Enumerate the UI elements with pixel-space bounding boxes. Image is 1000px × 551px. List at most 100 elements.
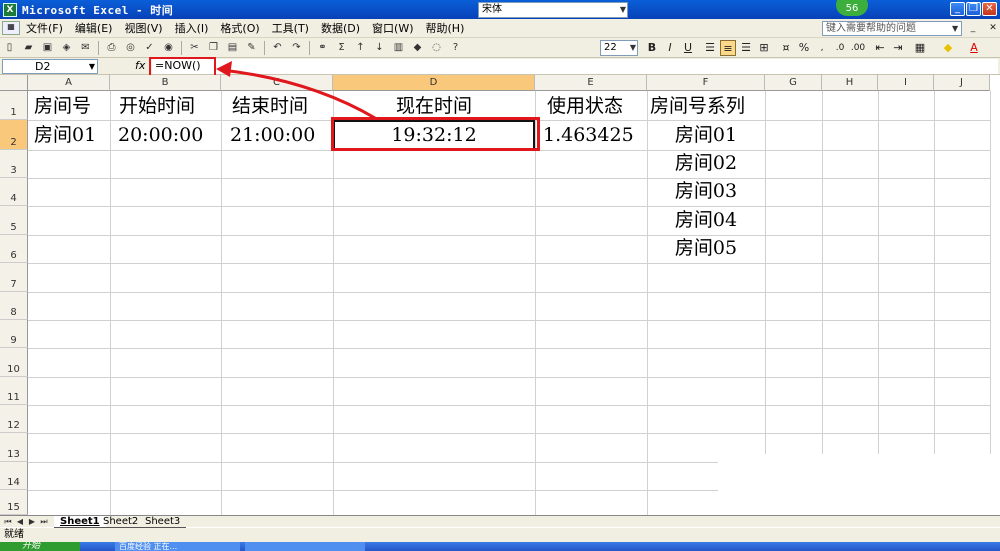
- decrease-indent-icon[interactable]: ⇤: [872, 40, 888, 56]
- decrease-decimal-icon[interactable]: .00: [850, 40, 866, 56]
- help-icon[interactable]: ?: [447, 40, 464, 56]
- undo-icon[interactable]: ↶: [269, 40, 286, 56]
- menu-insert[interactable]: 插入(I): [169, 20, 215, 36]
- copy-icon[interactable]: ❐: [205, 40, 222, 56]
- paste-icon[interactable]: ▤: [224, 40, 241, 56]
- row-header-15[interactable]: 15: [0, 490, 28, 515]
- increase-indent-icon[interactable]: ⇥: [890, 40, 906, 56]
- zoom-icon[interactable]: ◌: [428, 40, 445, 56]
- bold-button[interactable]: B: [644, 40, 660, 56]
- prev-sheet-icon[interactable]: ◀: [15, 516, 25, 527]
- tab-sheet3[interactable]: Sheet3: [139, 516, 187, 528]
- redo-icon[interactable]: ↷: [288, 40, 305, 56]
- sort-descending-icon[interactable]: ↓: [371, 40, 388, 56]
- cell-f2[interactable]: 房间01: [647, 122, 765, 148]
- percent-button[interactable]: %: [796, 40, 812, 56]
- drawing-icon[interactable]: ◆: [409, 40, 426, 56]
- cell-c2[interactable]: 21:00:00: [230, 122, 315, 148]
- select-all-corner[interactable]: [0, 75, 28, 91]
- menu-file[interactable]: 文件(F): [20, 20, 69, 36]
- merge-center-icon[interactable]: ⊞: [756, 40, 772, 56]
- borders-icon[interactable]: ▦: [912, 40, 928, 56]
- increase-decimal-icon[interactable]: .0: [832, 40, 848, 56]
- row-header-1[interactable]: 1: [0, 91, 28, 120]
- open-icon[interactable]: ▰: [20, 40, 37, 56]
- font-size-dropdown-icon[interactable]: ▼: [630, 41, 636, 55]
- cell-f6[interactable]: 房间05: [647, 235, 765, 261]
- cell-e2[interactable]: 1.463425: [543, 122, 634, 148]
- row-header-9[interactable]: 9: [0, 320, 28, 348]
- fill-color-icon[interactable]: ◆: [940, 40, 956, 56]
- row-header-13[interactable]: 13: [0, 433, 28, 462]
- research-icon[interactable]: ◉: [160, 40, 177, 56]
- underline-button[interactable]: U: [680, 40, 696, 56]
- cell-d1[interactable]: 现在时间: [333, 93, 535, 119]
- doc-close-icon[interactable]: ✕: [987, 22, 999, 34]
- row-header-6[interactable]: 6: [0, 235, 28, 263]
- column-header-d[interactable]: D: [333, 75, 535, 91]
- row-header-12[interactable]: 12: [0, 405, 28, 433]
- cell-a1[interactable]: 房间号: [34, 93, 91, 119]
- row-header-7[interactable]: 7: [0, 263, 28, 292]
- name-box-dropdown-icon[interactable]: ▼: [89, 60, 95, 73]
- help-search-input[interactable]: 键入需要帮助的问题: [822, 21, 962, 36]
- column-header-f[interactable]: F: [647, 75, 765, 91]
- column-header-a[interactable]: A: [28, 75, 110, 91]
- italic-button[interactable]: I: [662, 40, 678, 56]
- row-header-10[interactable]: 10: [0, 348, 28, 377]
- comma-style-icon[interactable]: ,: [814, 40, 830, 56]
- menu-format[interactable]: 格式(O): [214, 20, 265, 36]
- currency-icon[interactable]: ¤: [778, 40, 794, 56]
- menu-help[interactable]: 帮助(H): [420, 20, 471, 36]
- next-sheet-icon[interactable]: ▶: [27, 516, 37, 527]
- formula-input[interactable]: =NOW(): [152, 59, 998, 74]
- cell-b2[interactable]: 20:00:00: [118, 122, 203, 148]
- excel-app-icon[interactable]: X: [3, 2, 17, 17]
- print-preview-icon[interactable]: ◎: [122, 40, 139, 56]
- spelling-icon[interactable]: ✓: [141, 40, 158, 56]
- format-painter-icon[interactable]: ✎: [243, 40, 260, 56]
- print-icon[interactable]: ⎙: [103, 40, 120, 56]
- chart-wizard-icon[interactable]: ▥: [390, 40, 407, 56]
- align-right-icon[interactable]: ☰: [738, 40, 754, 56]
- insert-function-icon[interactable]: fx: [135, 59, 145, 72]
- column-header-c[interactable]: C: [221, 75, 333, 91]
- row-header-5[interactable]: 5: [0, 206, 28, 235]
- sort-ascending-icon[interactable]: ↑: [352, 40, 369, 56]
- save-icon[interactable]: ▣: [39, 40, 56, 56]
- column-header-g[interactable]: G: [765, 75, 822, 91]
- menu-edit[interactable]: 编辑(E): [69, 20, 119, 36]
- email-icon[interactable]: ✉: [77, 40, 94, 56]
- permission-icon[interactable]: ◈: [58, 40, 75, 56]
- font-color-icon[interactable]: A: [966, 40, 982, 56]
- doc-minimize-icon[interactable]: _: [967, 22, 979, 34]
- menu-tools[interactable]: 工具(T): [266, 20, 315, 36]
- close-button[interactable]: ✕: [982, 2, 997, 16]
- autosum-icon[interactable]: Σ: [333, 40, 350, 56]
- row-header-3[interactable]: 3: [0, 150, 28, 178]
- tab-sheet2[interactable]: Sheet2: [97, 516, 145, 528]
- taskbar-item[interactable]: 百度经验 正在...: [115, 542, 240, 551]
- cell-f1[interactable]: 房间号系列: [650, 93, 745, 119]
- align-center-icon[interactable]: ≡: [720, 40, 736, 56]
- last-sheet-icon[interactable]: ⏭: [39, 516, 49, 527]
- column-header-j[interactable]: J: [934, 75, 990, 91]
- column-header-h[interactable]: H: [822, 75, 878, 91]
- column-header-b[interactable]: B: [110, 75, 221, 91]
- restore-button[interactable]: ❐: [966, 2, 981, 16]
- cell-e1[interactable]: 使用状态: [547, 93, 623, 119]
- row-header-8[interactable]: 8: [0, 292, 28, 320]
- cell-f3[interactable]: 房间02: [647, 150, 765, 176]
- column-header-e[interactable]: E: [535, 75, 647, 91]
- cut-icon[interactable]: ✂: [186, 40, 203, 56]
- font-name-select[interactable]: 宋体 ▼: [478, 2, 628, 18]
- help-dropdown-icon[interactable]: ▼: [952, 21, 962, 36]
- row-header-2[interactable]: 2: [0, 120, 28, 150]
- worksheet-menu-icon[interactable]: ▦: [2, 21, 20, 35]
- start-button[interactable]: 开始: [0, 542, 80, 551]
- cell-b1[interactable]: 开始时间: [119, 93, 195, 119]
- row-header-4[interactable]: 4: [0, 178, 28, 206]
- notification-badge[interactable]: 56: [836, 0, 868, 16]
- menu-view[interactable]: 视图(V): [118, 20, 168, 36]
- cell-f4[interactable]: 房间03: [647, 178, 765, 204]
